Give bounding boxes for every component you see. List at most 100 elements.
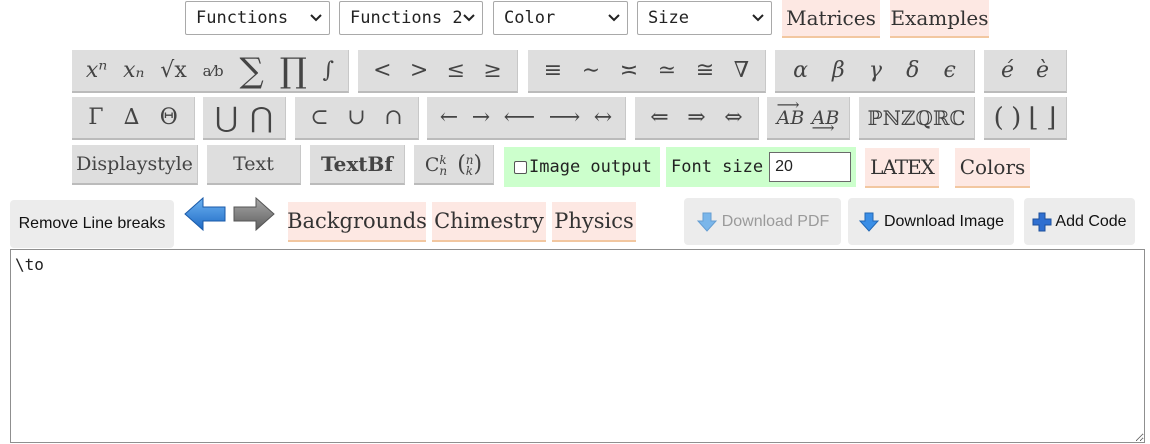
displaystyle-label: Displaystyle — [76, 153, 193, 175]
matrices-button[interactable]: Matrices — [782, 0, 880, 38]
binomial-paren-close: ) — [473, 151, 483, 177]
binomial-symbol: Ck n (n k) — [425, 152, 482, 177]
undo-arrow-icon[interactable] — [183, 196, 227, 232]
bigcup-button[interactable]: ⋃ — [215, 101, 238, 134]
font-size-label: Font size — [671, 157, 764, 177]
greek-toolbar-group: α β γ δ ϵ — [775, 50, 975, 93]
delta-button[interactable]: δ — [906, 58, 919, 83]
greek-upper-toolbar-group: Γ ∆ Θ — [72, 97, 195, 140]
latex-button[interactable]: LATEX — [865, 148, 939, 188]
long-left-arrow-button[interactable]: ⟵ — [504, 105, 536, 130]
size-select[interactable]: Size — [637, 1, 772, 35]
superscript-button[interactable]: xⁿ — [86, 58, 107, 83]
cap-button[interactable]: ∩ — [384, 105, 402, 130]
greater-equal-button[interactable]: ≥ — [483, 58, 501, 83]
gamma-upper-button[interactable]: Γ — [88, 105, 103, 130]
overrightarrow-button[interactable]: ⟶ AB — [777, 95, 805, 129]
overarrow-icon: ⟶ — [776, 94, 800, 114]
cup-button[interactable]: ∪ — [347, 105, 365, 130]
physics-label: Physics — [554, 209, 634, 233]
text-button[interactable]: Text — [207, 145, 301, 185]
binomial-paren-open: ( — [457, 151, 466, 177]
less-equal-button[interactable]: ≤ — [447, 58, 465, 83]
functions-select[interactable]: Functions — [185, 1, 330, 35]
examples-button[interactable]: Examples — [890, 0, 989, 38]
color-select[interactable]: Color — [493, 1, 628, 35]
binomial-button[interactable]: Ck n (n k) — [414, 145, 494, 185]
add-code-button[interactable]: Add Code — [1024, 198, 1135, 245]
sets-toolbar-group: ⊂ ∪ ∩ — [295, 97, 419, 140]
cong-button[interactable]: ≅ — [696, 58, 714, 83]
examples-label: Examples — [890, 6, 989, 30]
acute-accent-button[interactable]: é — [1001, 58, 1014, 83]
arrows-toolbar-group: ← → ⟵ ⟶ ↔ — [427, 97, 626, 140]
binomial-c-label: C — [424, 153, 440, 176]
asymp-button[interactable]: ≍ — [620, 58, 638, 83]
nabla-button[interactable]: ∇ — [734, 58, 749, 83]
floor-left-button[interactable]: ⌊ — [1029, 103, 1039, 133]
chemistry-button[interactable]: Chimestry — [432, 202, 546, 242]
greater-than-button[interactable]: > — [410, 58, 428, 83]
sum-button[interactable]: ∑ — [240, 51, 264, 91]
plus-icon — [1032, 212, 1052, 231]
floor-right-button[interactable]: ⌋ — [1046, 103, 1056, 133]
product-button[interactable]: ∏ — [280, 51, 307, 91]
image-output-option[interactable]: Image output — [504, 147, 660, 187]
latex-logo: LATEX — [870, 155, 935, 179]
font-size-input[interactable]: 20 — [769, 152, 852, 182]
brackets-toolbar-group: ( ) ⌊ ⌋ — [984, 97, 1067, 140]
alpha-button[interactable]: α — [793, 58, 808, 83]
download-icon — [858, 212, 880, 232]
underarrow-icon: ⟶ — [811, 117, 835, 137]
functions2-select-value: Functions 2 — [350, 8, 463, 28]
binomial-stack: nk — [465, 152, 474, 178]
textbf-button[interactable]: TextBf — [310, 145, 405, 185]
displaystyle-button[interactable]: Displaystyle — [72, 145, 198, 185]
remove-line-breaks-button[interactable]: Remove Line breaks — [10, 200, 174, 248]
subset-button[interactable]: ⊂ — [310, 105, 328, 130]
download-pdf-button[interactable]: Download PDF — [684, 198, 841, 245]
grave-accent-button[interactable]: è — [1036, 58, 1049, 83]
colors-button[interactable]: Colors — [955, 148, 1030, 188]
less-than-button[interactable]: < — [373, 58, 391, 83]
underrightarrow-button[interactable]: AB ⟶ — [812, 107, 840, 137]
equivalences-toolbar-group: ≡ ∼ ≍ ≃ ≅ ∇ — [528, 50, 766, 93]
paren-open-button[interactable]: ( — [994, 103, 1004, 133]
functions-select-value: Functions — [196, 8, 289, 28]
delta-upper-button[interactable]: ∆ — [124, 105, 139, 130]
subscript-button[interactable]: xₙ — [123, 58, 144, 83]
backgrounds-button[interactable]: Backgrounds — [287, 202, 427, 242]
fraction-button[interactable]: a⁄b — [203, 62, 224, 80]
add-code-label: Add Code — [1055, 212, 1127, 230]
bigcap-button[interactable]: ⋂ — [250, 101, 273, 134]
long-right-arrow-button[interactable]: ⟶ — [549, 105, 581, 130]
epsilon-button[interactable]: ϵ — [944, 58, 956, 83]
beta-button[interactable]: β — [832, 58, 845, 83]
theta-upper-button[interactable]: Θ — [160, 105, 178, 130]
image-output-checkbox[interactable] — [514, 160, 527, 174]
right-arrow-button[interactable]: → — [472, 105, 490, 130]
download-image-button[interactable]: Download Image — [848, 198, 1014, 245]
double-right-arrow-button[interactable]: ⇒ — [687, 105, 705, 130]
sim-button[interactable]: ∼ — [582, 58, 600, 83]
integral-button[interactable]: ∫ — [323, 58, 334, 83]
double-left-arrow-button[interactable]: ⇐ — [650, 105, 668, 130]
redo-arrow-icon[interactable] — [232, 196, 276, 232]
double-arrows-toolbar-group: ⇐ ⇒ ⇔ — [635, 97, 759, 140]
equiv-button[interactable]: ≡ — [544, 58, 562, 83]
gamma-button[interactable]: γ — [869, 58, 882, 83]
number-sets-button[interactable]: ℙℕℤℚℝℂ — [859, 97, 975, 140]
functions2-select[interactable]: Functions 2 — [339, 1, 483, 35]
physics-button[interactable]: Physics — [552, 202, 636, 242]
text-label: Text — [233, 153, 274, 175]
paren-close-button[interactable]: ) — [1011, 103, 1021, 133]
backgrounds-label: Backgrounds — [287, 209, 427, 233]
left-arrow-button[interactable]: ← — [440, 105, 458, 130]
big-sets-toolbar-group: ⋃ ⋂ — [203, 97, 286, 140]
left-right-arrow-button[interactable]: ↔ — [594, 105, 612, 130]
double-left-right-arrow-button[interactable]: ⇔ — [724, 105, 742, 130]
sqrt-button[interactable]: √x — [160, 58, 186, 83]
latex-code-editor[interactable]: \to — [10, 249, 1145, 443]
simeq-button[interactable]: ≃ — [658, 58, 676, 83]
binomial-indices: kn — [439, 152, 448, 178]
